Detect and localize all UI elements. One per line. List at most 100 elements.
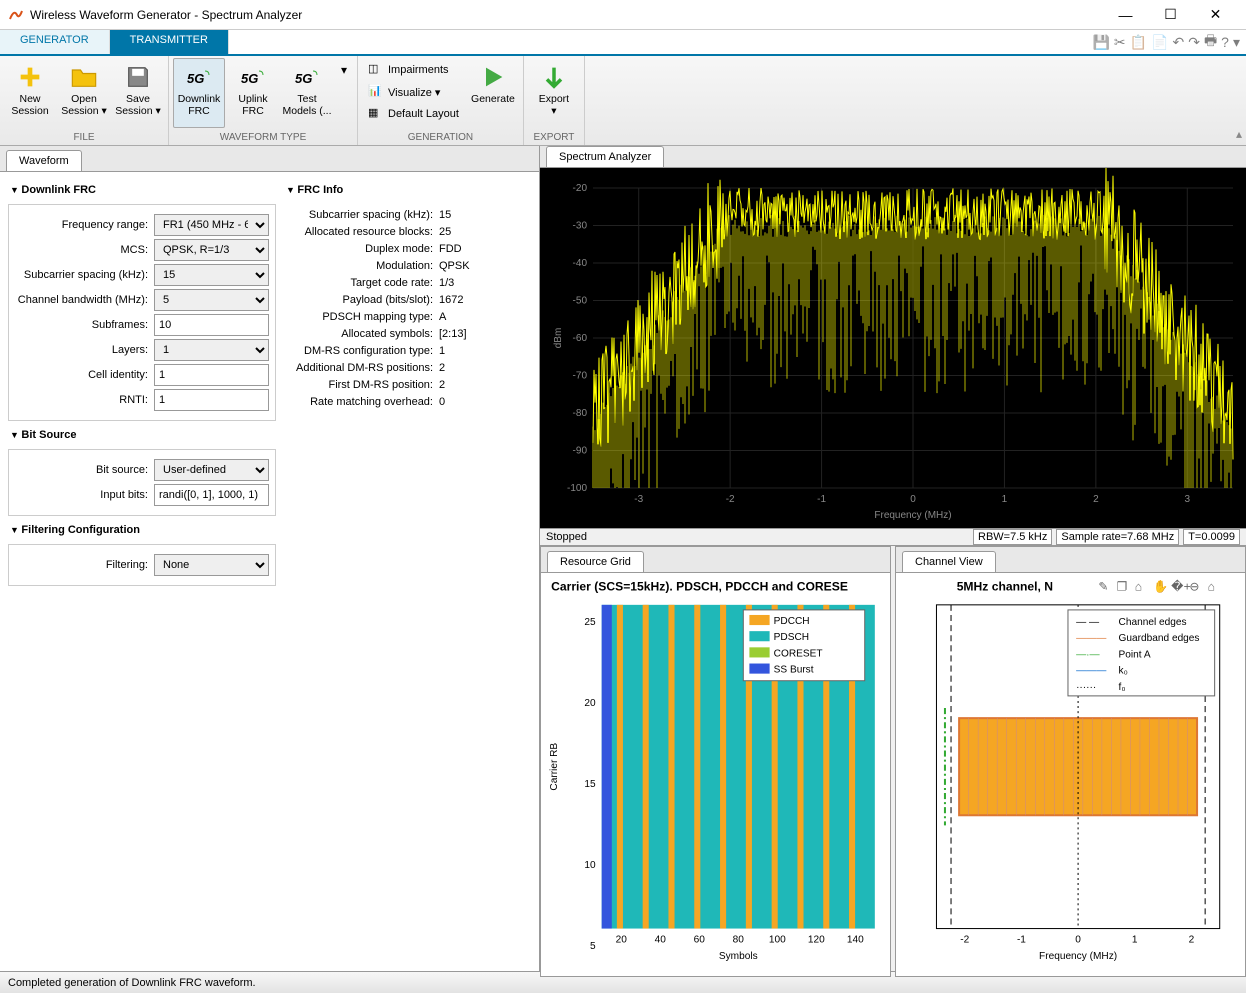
rnti-input[interactable]	[154, 389, 269, 411]
svg-text:f₀: f₀	[1119, 682, 1126, 693]
section-bit-source[interactable]: Bit Source	[8, 425, 276, 445]
left-panel: Waveform Downlink FRC Frequency range:FR…	[0, 146, 540, 971]
svg-text:-40: -40	[573, 258, 588, 269]
svg-text:80: 80	[733, 935, 745, 946]
spectrum-plot[interactable]: -20-30-40-50-60-70-80-90-100-3-2-10123dB…	[540, 168, 1246, 528]
downlink-frc-button[interactable]: 5G Downlink FRC	[173, 58, 225, 128]
mcs-select[interactable]: QPSK, R=1/3	[154, 239, 269, 261]
open-session-button[interactable]: Open Session ▾	[58, 58, 110, 128]
subframes-input[interactable]	[154, 314, 269, 336]
minimize-ribbon-icon[interactable]: ▾	[1233, 34, 1240, 51]
svg-text:1: 1	[1002, 494, 1008, 505]
t-label: T=0.0099	[1183, 529, 1240, 545]
visualize-button[interactable]: 📊Visualize ▾	[364, 82, 463, 102]
tab-channel-view[interactable]: Channel View	[902, 551, 996, 572]
spectrum-state: Stopped	[546, 531, 587, 543]
svg-text:20: 20	[616, 935, 628, 946]
bit-source-select[interactable]: User-defined	[154, 459, 269, 481]
tab-resource-grid[interactable]: Resource Grid	[547, 551, 644, 572]
toolstrip: New Session Open Session ▾ Save Session …	[0, 56, 1246, 146]
svg-text:Carrier RB: Carrier RB	[549, 743, 560, 791]
layers-select[interactable]: 1	[154, 339, 269, 361]
impairments-button[interactable]: ◫Impairments	[364, 60, 463, 80]
svg-text:-2: -2	[726, 494, 735, 505]
svg-text:60: 60	[694, 935, 706, 946]
visualize-icon: 📊	[368, 84, 384, 100]
default-layout-button[interactable]: ▦Default Layout	[364, 104, 463, 124]
svg-text:5G: 5G	[241, 71, 258, 86]
section-filtering[interactable]: Filtering Configuration	[8, 520, 276, 540]
svg-text:-3: -3	[634, 494, 643, 505]
waveform-type-dropdown[interactable]: ▾	[335, 58, 353, 128]
open-folder-icon	[70, 63, 98, 91]
svg-text:k₀: k₀	[1119, 666, 1128, 677]
scs-select[interactable]: 15	[154, 264, 269, 286]
svg-text:⌂: ⌂	[1135, 580, 1142, 594]
svg-text:✎: ✎	[1098, 580, 1108, 594]
bit-source-fieldset: Bit source:User-defined Input bits:	[8, 449, 276, 516]
paste-icon[interactable]: 📄	[1151, 34, 1168, 51]
layout-icon: ▦	[368, 106, 384, 122]
undo-icon[interactable]: ↶	[1172, 34, 1184, 51]
collapse-toolstrip-icon[interactable]: ▴	[1232, 123, 1246, 145]
svg-text:0: 0	[1075, 935, 1081, 946]
frc-info-list: Subcarrier spacing (kHz):15Allocated res…	[284, 204, 531, 413]
bw-select[interactable]: 5	[154, 289, 269, 311]
svg-text:100: 100	[769, 935, 786, 946]
svg-text:-1: -1	[817, 494, 826, 505]
svg-text:5G: 5G	[187, 71, 204, 86]
svg-text:�+: �+	[1171, 580, 1191, 594]
print-icon[interactable]: 🖶	[1204, 30, 1217, 54]
input-bits-input[interactable]	[154, 484, 269, 506]
svg-text:-70: -70	[573, 371, 588, 382]
generate-button[interactable]: Generate	[467, 58, 519, 128]
uplink-frc-button[interactable]: 5G Uplink FRC	[227, 58, 279, 128]
svg-text:······: ······	[1076, 682, 1096, 693]
svg-text:⊖: ⊖	[1189, 580, 1199, 594]
export-button[interactable]: Export ▾	[528, 58, 580, 128]
section-frc-info[interactable]: FRC Info	[284, 180, 531, 200]
copy-icon[interactable]: 📋	[1130, 34, 1147, 51]
svg-text:dBm: dBm	[553, 328, 564, 349]
section-downlink-frc[interactable]: Downlink FRC	[8, 180, 276, 200]
svg-text:5G: 5G	[295, 71, 312, 86]
tab-spectrum-analyzer[interactable]: Spectrum Analyzer	[546, 146, 664, 167]
svg-text:SS Burst: SS Burst	[774, 665, 814, 676]
tab-waveform[interactable]: Waveform	[6, 150, 82, 171]
tab-transmitter[interactable]: TRANSMITTER	[110, 30, 229, 54]
tab-generator[interactable]: GENERATOR	[0, 30, 110, 54]
toolgroup-export: Export ▾ EXPORT	[524, 56, 585, 145]
cut-icon[interactable]: ✂	[1114, 34, 1126, 51]
new-session-button[interactable]: New Session	[4, 58, 56, 128]
svg-text:Channel edges: Channel edges	[1119, 617, 1187, 628]
svg-text:—·—: —·—	[1076, 649, 1100, 660]
spectrum-statusbar: Stopped RBW=7.5 kHz Sample rate=7.68 MHz…	[540, 528, 1246, 546]
save-session-button[interactable]: Save Session ▾	[112, 58, 164, 128]
freq-range-select[interactable]: FR1 (450 MHz - 6 ...	[154, 214, 269, 236]
test-models-button[interactable]: 5G Test Models (...	[281, 58, 333, 128]
svg-text:Frequency (MHz): Frequency (MHz)	[1039, 951, 1117, 962]
maximize-button[interactable]: ☐	[1148, 1, 1193, 29]
cell-id-input[interactable]	[154, 364, 269, 386]
redo-icon[interactable]: ↷	[1188, 34, 1200, 51]
resource-grid-plot[interactable]: Carrier (SCS=15kHz). PDSCH, PDCCH and CO…	[541, 573, 890, 976]
svg-text:✋: ✋	[1153, 580, 1168, 594]
svg-text:3: 3	[1185, 494, 1191, 505]
5g-icon: 5G	[293, 63, 321, 91]
save-icon[interactable]: 💾	[1092, 34, 1109, 51]
minimize-button[interactable]: —	[1103, 1, 1148, 29]
filtering-select[interactable]: None	[154, 554, 269, 576]
help-icon[interactable]: ?	[1221, 34, 1229, 50]
svg-text:5MHz channel, N: 5MHz channel, N	[957, 580, 1053, 594]
channel-view-plot[interactable]: 5MHz channel, N✎❐⌂✋�+⊖⌂-2-1012Frequency …	[896, 573, 1245, 976]
svg-text:25: 25	[584, 617, 596, 628]
quick-access-toolbar: 💾 ✂ 📋 📄 ↶ ↷ 🖶 ? ▾	[1092, 30, 1246, 54]
svg-text:PDSCH: PDSCH	[774, 632, 809, 643]
svg-text:CORESET: CORESET	[774, 648, 823, 659]
5g-icon: 5G	[185, 63, 213, 91]
svg-text:2: 2	[1189, 935, 1195, 946]
svg-text:———: ———	[1076, 666, 1107, 677]
svg-text:-30: -30	[573, 221, 588, 232]
svg-text:120: 120	[808, 935, 825, 946]
close-button[interactable]: ✕	[1193, 1, 1238, 29]
